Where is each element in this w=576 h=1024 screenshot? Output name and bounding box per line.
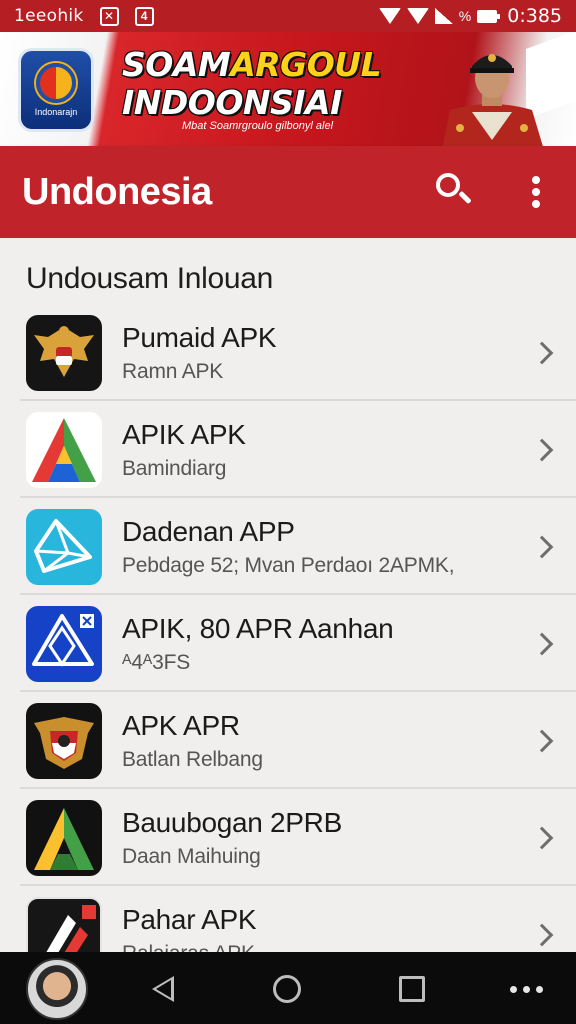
cyan-triangle-icon (26, 508, 102, 585)
more-horiz-dot (523, 986, 530, 993)
red-arrow-icon (26, 896, 102, 952)
search-button[interactable] (432, 170, 476, 214)
banner-officer-image (442, 54, 543, 146)
home-icon[interactable] (273, 975, 301, 1003)
banner-headline: SOAMARGOUL INDOONSIAI (122, 45, 382, 122)
list-item[interactable]: APIK, 80 APR Aanhan ᴬ4ᴬ3FS (0, 595, 576, 692)
chevron-right-icon (530, 923, 554, 946)
list-item-title: APK APR (122, 709, 240, 741)
list-item-subtitle: Batlan Relbang (122, 747, 263, 771)
more-horiz-icon[interactable] (510, 986, 543, 993)
list-item[interactable]: Dadenan APP Pebdage 52; Mvan Perdaoı 2AP… (0, 498, 576, 595)
status-bar: 1eeohik ✕ 4 % 0:385 (0, 0, 576, 32)
search-icon (436, 173, 460, 197)
headline-part-white: SOAM (122, 45, 231, 84)
recent-apps-icon[interactable] (399, 976, 425, 1002)
promo-banner[interactable]: Indonarajn SOAMARGOUL INDOONSIAI Mbat So… (0, 32, 576, 146)
wifi-secondary-icon (406, 8, 429, 24)
chevron-right-icon (530, 341, 554, 364)
back-icon[interactable] (152, 976, 174, 1002)
list-item-subtitle: Bamindiarg (122, 456, 227, 480)
list-item-texts: Pumaid APK Ramn APK (122, 321, 277, 384)
list-item[interactable]: APIK APK Bamindiarg (0, 401, 576, 498)
more-vert-dot (532, 188, 540, 196)
banner-headline-line2: INDOONSIAI (122, 83, 342, 122)
list-item[interactable]: Pumaid APK Ramn APK (0, 304, 576, 401)
list-item-texts: APIK APK Bamindiarg (122, 419, 246, 481)
list-item-subtitle: Pebdage 52; Mvan Perdaoı 2APMK, (122, 553, 455, 577)
notification-x-icon: ✕ (99, 6, 119, 26)
green-a-icon (26, 799, 102, 876)
headline-part-yellow: ARGOUL (230, 45, 382, 84)
list-item-subtitle: Daan Maihuing (122, 844, 261, 868)
list-item-subtitle: ᴬ4ᴬ3FS (122, 650, 191, 674)
toolbar-actions (432, 170, 554, 214)
more-vert-icon (532, 176, 540, 184)
banner-headline-line1: SOAMARGOUL (122, 45, 382, 84)
list-item-texts: Bauubogan 2PRB Daan Maihuing (122, 807, 342, 869)
battery-icon (477, 9, 501, 23)
more-horiz-dot (510, 986, 517, 993)
list-item-title: Pahar APK (122, 903, 257, 935)
battery-percent-symbol: % (458, 8, 472, 24)
clock: 0:385 (507, 5, 562, 27)
chevron-right-icon (530, 729, 554, 752)
wifi-icon (378, 8, 401, 24)
chevron-right-icon (530, 632, 554, 655)
list-item-texts: Dadenan APP Pebdage 52; Mvan Perdaoı 2AP… (122, 515, 455, 578)
list-item-title: Pumaid APK (122, 321, 277, 353)
logo-emblem-icon (36, 63, 76, 103)
blue-triangle-icon (26, 605, 102, 682)
shield-emblem-icon (26, 702, 102, 779)
more-horiz-dot (536, 986, 543, 993)
garuda-emblem-icon (26, 314, 102, 391)
signal-icon (434, 8, 453, 24)
multicolor-a-icon (26, 411, 102, 488)
banner-tagline: Mbat Soamrgroulo gilbonyl alel (182, 120, 334, 132)
list-item-texts: APK APR Batlan Relbang (122, 710, 263, 772)
more-vert-dot (532, 200, 540, 208)
list-item-title: APIK, 80 APR Aanhan (122, 612, 394, 644)
chevron-right-icon (530, 535, 554, 558)
banner-close-icon[interactable]: ✕ (536, 56, 558, 87)
list-item[interactable]: APK APR Batlan Relbang (0, 692, 576, 789)
chevron-right-icon (530, 826, 554, 849)
carrier-label: 1eeohik (14, 6, 84, 26)
list-item-texts: Pahar APK Ralaiaras APK (122, 903, 257, 953)
section-title: Undousam Inlouan (26, 262, 274, 295)
chevron-right-icon (530, 438, 554, 461)
avatar[interactable] (26, 958, 88, 1020)
list-item-subtitle: Ramn APK (122, 359, 224, 383)
list-item-title: APIK APK (122, 418, 246, 450)
list-item-subtitle: Ralaiaras APK (122, 942, 256, 953)
main-content[interactable]: Undousam Inlouan Pumaid APK Ramn APK API… (0, 238, 576, 952)
notification-app-icon: 4 (134, 6, 154, 26)
list-item-title: Bauubogan 2PRB (122, 806, 342, 838)
status-indicators: % 0:385 (378, 5, 562, 27)
list-item-texts: APIK, 80 APR Aanhan ᴬ4ᴬ3FS (122, 612, 394, 675)
app-list[interactable]: Pumaid APK Ramn APK APIK APK Bamindiarg (0, 304, 576, 952)
banner-logo: Indonarajn (18, 48, 94, 132)
toolbar-title: Undonesia (22, 170, 212, 213)
list-item-title: Dadenan APP (122, 515, 295, 547)
overflow-menu-button[interactable] (526, 172, 546, 212)
list-item[interactable]: Bauubogan 2PRB Daan Maihuing (0, 789, 576, 886)
app-toolbar: Undonesia (0, 146, 576, 238)
list-item[interactable]: Pahar APK Ralaiaras APK (0, 886, 576, 952)
logo-text: Indonarajn (34, 107, 78, 117)
search-icon-handle (458, 190, 472, 205)
system-nav-bar (0, 952, 576, 1024)
